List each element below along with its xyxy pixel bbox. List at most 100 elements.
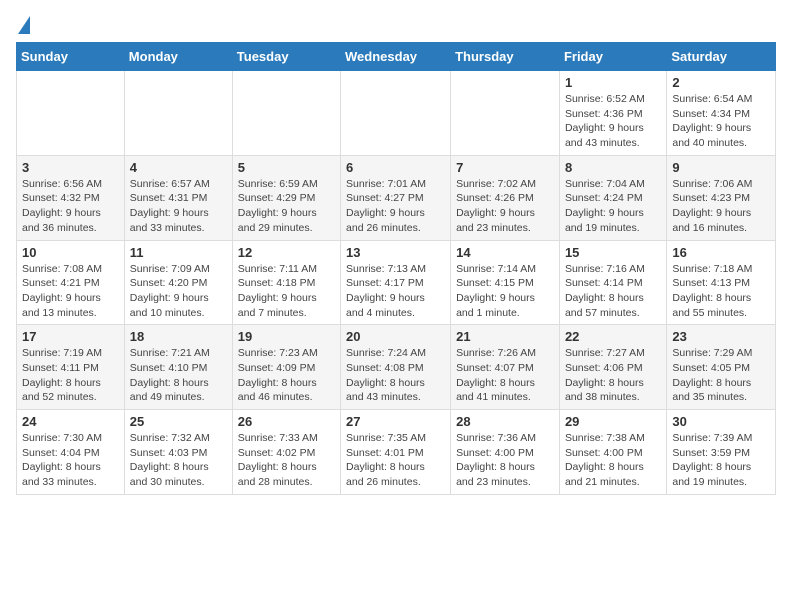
day-info: Sunrise: 7:26 AM Sunset: 4:07 PM Dayligh… <box>456 346 554 405</box>
calendar-week-row: 24 Sunrise: 7:30 AM Sunset: 4:04 PM Dayli… <box>17 410 776 495</box>
day-info: Sunrise: 7:30 AM Sunset: 4:04 PM Dayligh… <box>22 431 119 490</box>
weekday-header-friday: Friday <box>559 43 666 71</box>
calendar-cell: 11 Sunrise: 7:09 AM Sunset: 4:20 PM Dayli… <box>124 240 232 325</box>
calendar-week-row: 10 Sunrise: 7:08 AM Sunset: 4:21 PM Dayli… <box>17 240 776 325</box>
logo-icon <box>18 16 30 34</box>
calendar-cell <box>232 71 340 156</box>
calendar-cell: 4 Sunrise: 6:57 AM Sunset: 4:31 PM Daylig… <box>124 155 232 240</box>
day-number: 27 <box>346 414 445 429</box>
day-info: Sunrise: 7:23 AM Sunset: 4:09 PM Dayligh… <box>238 346 335 405</box>
day-info: Sunrise: 7:36 AM Sunset: 4:00 PM Dayligh… <box>456 431 554 490</box>
calendar-cell: 25 Sunrise: 7:32 AM Sunset: 4:03 PM Dayli… <box>124 410 232 495</box>
day-number: 24 <box>22 414 119 429</box>
day-number: 4 <box>130 160 227 175</box>
calendar-cell: 13Sunrise: 7:13 AM Sunset: 4:17 PM Dayli… <box>341 240 451 325</box>
day-info: Sunrise: 6:54 AM Sunset: 4:34 PM Dayligh… <box>672 92 770 151</box>
day-number: 25 <box>130 414 227 429</box>
day-info: Sunrise: 7:32 AM Sunset: 4:03 PM Dayligh… <box>130 431 227 490</box>
calendar-cell: 17 Sunrise: 7:19 AM Sunset: 4:11 PM Dayli… <box>17 325 125 410</box>
calendar-week-row: 1Sunrise: 6:52 AM Sunset: 4:36 PM Daylig… <box>17 71 776 156</box>
day-info: Sunrise: 7:08 AM Sunset: 4:21 PM Dayligh… <box>22 262 119 321</box>
day-number: 18 <box>130 329 227 344</box>
weekday-header-sunday: Sunday <box>17 43 125 71</box>
calendar-cell: 15 Sunrise: 7:16 AM Sunset: 4:14 PM Dayli… <box>559 240 666 325</box>
calendar-cell: 6 Sunrise: 7:01 AM Sunset: 4:27 PM Daylig… <box>341 155 451 240</box>
day-info: Sunrise: 7:06 AM Sunset: 4:23 PM Dayligh… <box>672 177 770 236</box>
day-info: Sunrise: 7:02 AM Sunset: 4:26 PM Dayligh… <box>456 177 554 236</box>
day-info: Sunrise: 7:09 AM Sunset: 4:20 PM Dayligh… <box>130 262 227 321</box>
day-info: Sunrise: 6:56 AM Sunset: 4:32 PM Dayligh… <box>22 177 119 236</box>
day-info: Sunrise: 7:33 AM Sunset: 4:02 PM Dayligh… <box>238 431 335 490</box>
calendar-cell: 5Sunrise: 6:59 AM Sunset: 4:29 PM Daylig… <box>232 155 340 240</box>
day-info: Sunrise: 7:14 AM Sunset: 4:15 PM Dayligh… <box>456 262 554 321</box>
day-info: Sunrise: 7:01 AM Sunset: 4:27 PM Dayligh… <box>346 177 445 236</box>
calendar-cell: 18 Sunrise: 7:21 AM Sunset: 4:10 PM Dayli… <box>124 325 232 410</box>
calendar-cell: 9 Sunrise: 7:06 AM Sunset: 4:23 PM Daylig… <box>667 155 776 240</box>
day-number: 23 <box>672 329 770 344</box>
day-number: 16 <box>672 245 770 260</box>
day-number: 10 <box>22 245 119 260</box>
day-number: 5 <box>238 160 335 175</box>
day-number: 15 <box>565 245 661 260</box>
weekday-header-saturday: Saturday <box>667 43 776 71</box>
day-number: 21 <box>456 329 554 344</box>
day-number: 28 <box>456 414 554 429</box>
day-info: Sunrise: 7:04 AM Sunset: 4:24 PM Dayligh… <box>565 177 661 236</box>
day-number: 20 <box>346 329 445 344</box>
calendar-cell: 24 Sunrise: 7:30 AM Sunset: 4:04 PM Dayli… <box>17 410 125 495</box>
calendar-cell: 12Sunrise: 7:11 AM Sunset: 4:18 PM Dayli… <box>232 240 340 325</box>
day-info: Sunrise: 7:21 AM Sunset: 4:10 PM Dayligh… <box>130 346 227 405</box>
calendar-cell: 10 Sunrise: 7:08 AM Sunset: 4:21 PM Dayli… <box>17 240 125 325</box>
calendar-cell: 28 Sunrise: 7:36 AM Sunset: 4:00 PM Dayli… <box>451 410 560 495</box>
weekday-header-row: SundayMondayTuesdayWednesdayThursdayFrid… <box>17 43 776 71</box>
day-info: Sunrise: 7:27 AM Sunset: 4:06 PM Dayligh… <box>565 346 661 405</box>
day-number: 7 <box>456 160 554 175</box>
day-info: Sunrise: 7:16 AM Sunset: 4:14 PM Dayligh… <box>565 262 661 321</box>
day-number: 30 <box>672 414 770 429</box>
day-number: 12 <box>238 245 335 260</box>
calendar-cell: 3Sunrise: 6:56 AM Sunset: 4:32 PM Daylig… <box>17 155 125 240</box>
calendar-cell <box>341 71 451 156</box>
weekday-header-monday: Monday <box>124 43 232 71</box>
day-info: Sunrise: 7:13 AM Sunset: 4:17 PM Dayligh… <box>346 262 445 321</box>
day-number: 17 <box>22 329 119 344</box>
calendar-cell: 14 Sunrise: 7:14 AM Sunset: 4:15 PM Dayli… <box>451 240 560 325</box>
day-number: 26 <box>238 414 335 429</box>
calendar-cell: 7 Sunrise: 7:02 AM Sunset: 4:26 PM Daylig… <box>451 155 560 240</box>
day-number: 1 <box>565 75 661 90</box>
calendar-cell: 30Sunrise: 7:39 AM Sunset: 3:59 PM Dayli… <box>667 410 776 495</box>
day-number: 11 <box>130 245 227 260</box>
calendar-body: 1Sunrise: 6:52 AM Sunset: 4:36 PM Daylig… <box>17 71 776 495</box>
calendar-cell: 20 Sunrise: 7:24 AM Sunset: 4:08 PM Dayli… <box>341 325 451 410</box>
calendar-cell: 23 Sunrise: 7:29 AM Sunset: 4:05 PM Dayli… <box>667 325 776 410</box>
day-info: Sunrise: 7:35 AM Sunset: 4:01 PM Dayligh… <box>346 431 445 490</box>
calendar-cell: 16 Sunrise: 7:18 AM Sunset: 4:13 PM Dayli… <box>667 240 776 325</box>
calendar-cell: 29 Sunrise: 7:38 AM Sunset: 4:00 PM Dayli… <box>559 410 666 495</box>
calendar-cell: 27 Sunrise: 7:35 AM Sunset: 4:01 PM Dayli… <box>341 410 451 495</box>
calendar-cell: 22Sunrise: 7:27 AM Sunset: 4:06 PM Dayli… <box>559 325 666 410</box>
day-number: 19 <box>238 329 335 344</box>
day-info: Sunrise: 6:57 AM Sunset: 4:31 PM Dayligh… <box>130 177 227 236</box>
day-number: 6 <box>346 160 445 175</box>
day-number: 8 <box>565 160 661 175</box>
calendar-cell: 8 Sunrise: 7:04 AM Sunset: 4:24 PM Daylig… <box>559 155 666 240</box>
day-number: 29 <box>565 414 661 429</box>
day-info: Sunrise: 7:29 AM Sunset: 4:05 PM Dayligh… <box>672 346 770 405</box>
day-info: Sunrise: 7:18 AM Sunset: 4:13 PM Dayligh… <box>672 262 770 321</box>
calendar-cell: 19 Sunrise: 7:23 AM Sunset: 4:09 PM Dayli… <box>232 325 340 410</box>
day-info: Sunrise: 7:24 AM Sunset: 4:08 PM Dayligh… <box>346 346 445 405</box>
weekday-header-wednesday: Wednesday <box>341 43 451 71</box>
calendar-cell: 21 Sunrise: 7:26 AM Sunset: 4:07 PM Dayli… <box>451 325 560 410</box>
page-header <box>16 16 776 34</box>
calendar-week-row: 3Sunrise: 6:56 AM Sunset: 4:32 PM Daylig… <box>17 155 776 240</box>
day-number: 2 <box>672 75 770 90</box>
day-info: Sunrise: 7:38 AM Sunset: 4:00 PM Dayligh… <box>565 431 661 490</box>
calendar-table: SundayMondayTuesdayWednesdayThursdayFrid… <box>16 42 776 495</box>
day-number: 9 <box>672 160 770 175</box>
day-number: 14 <box>456 245 554 260</box>
calendar-cell <box>17 71 125 156</box>
calendar-week-row: 17 Sunrise: 7:19 AM Sunset: 4:11 PM Dayli… <box>17 325 776 410</box>
calendar-cell: 26 Sunrise: 7:33 AM Sunset: 4:02 PM Dayli… <box>232 410 340 495</box>
calendar-cell <box>124 71 232 156</box>
day-info: Sunrise: 7:19 AM Sunset: 4:11 PM Dayligh… <box>22 346 119 405</box>
